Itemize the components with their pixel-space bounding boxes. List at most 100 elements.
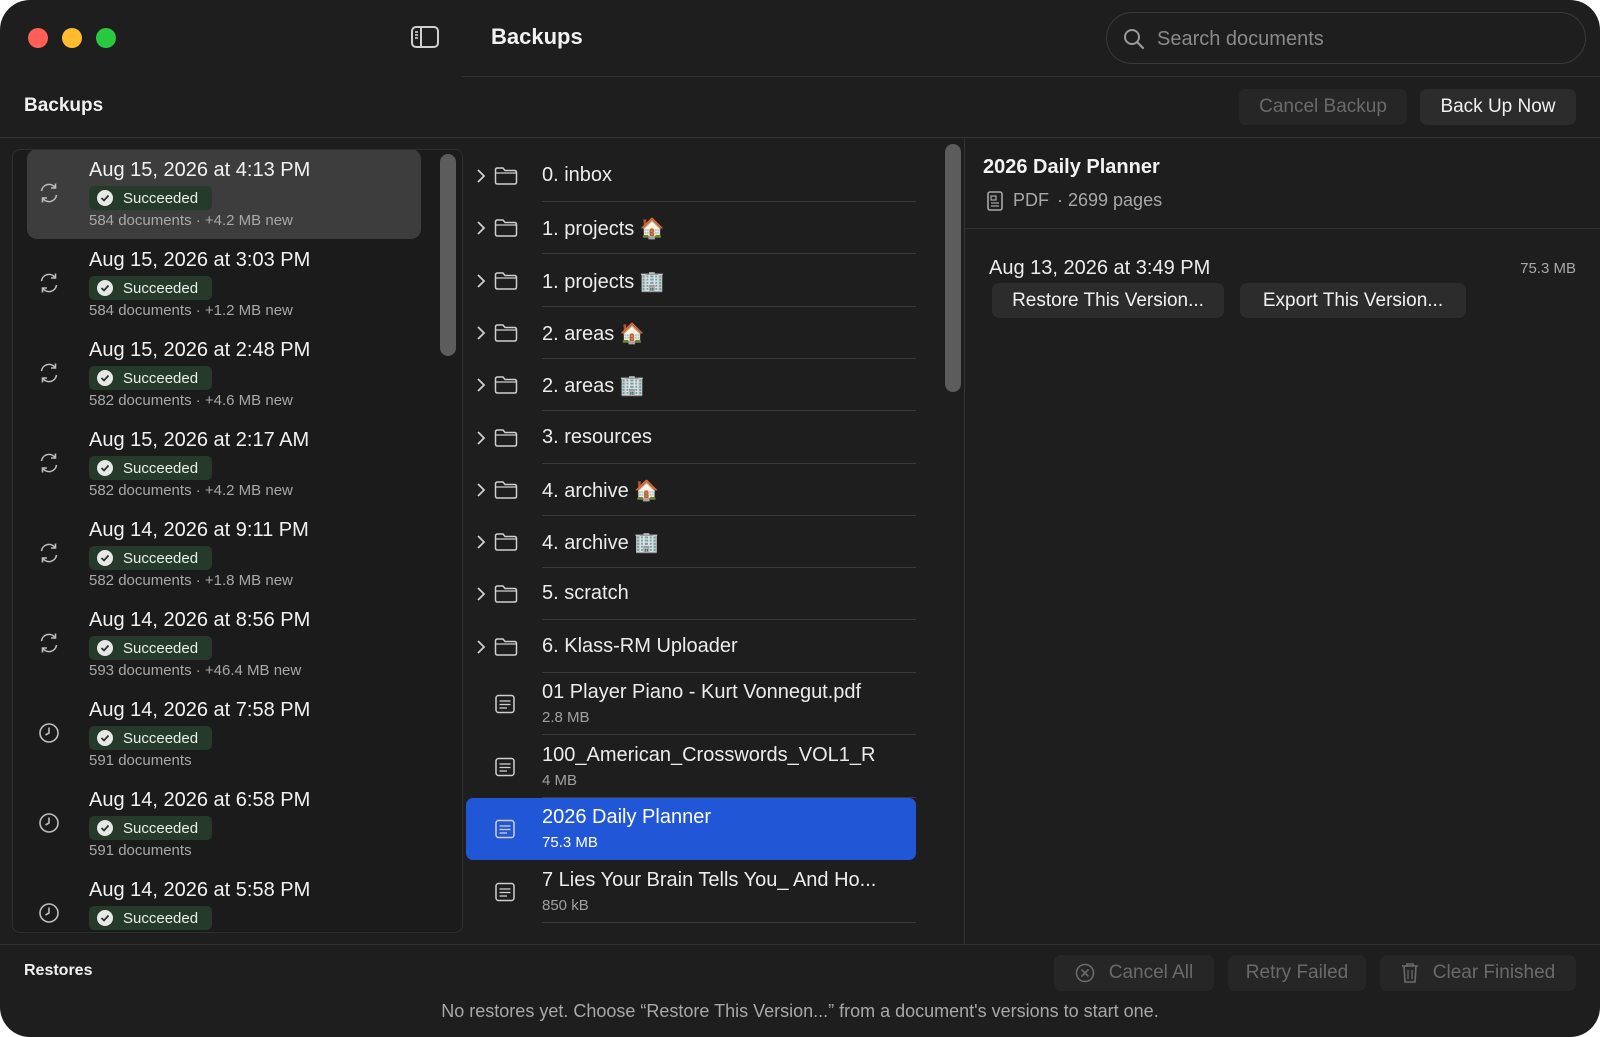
folder-row[interactable]: 1. projects 🏠	[476, 202, 916, 255]
folder-icon	[494, 584, 518, 609]
backups-list[interactable]: Aug 15, 2026 at 4:13 PM Succeeded 584 docu…	[12, 149, 463, 933]
chevron-right-icon[interactable]	[476, 534, 486, 555]
document-row[interactable]: 7 Lies Your Brain Tells You_ And Ho... 85…	[476, 861, 916, 923]
folder-icon	[494, 480, 518, 505]
zoom-window-button[interactable]	[96, 28, 116, 48]
backup-item[interactable]: Aug 15, 2026 at 4:13 PM Succeeded 584 docu…	[27, 150, 421, 239]
cancel-backup-button[interactable]: Cancel Backup	[1239, 89, 1407, 125]
checkmark-icon	[97, 460, 113, 476]
document-pages: · 2699 pages	[1057, 190, 1163, 210]
status-badge: Succeeded	[89, 456, 213, 480]
folder-name: 4. archive 🏠	[542, 479, 660, 502]
chevron-right-icon[interactable]	[476, 273, 486, 294]
document-name: 100_American_Crosswords_VOL1_R	[542, 743, 876, 766]
document-icon	[494, 693, 516, 720]
backup-meta: 584 documents · +4.2 MB new	[89, 212, 293, 229]
backup-item[interactable]: Aug 14, 2026 at 8:56 PM Succeeded 593 docu…	[27, 599, 421, 689]
backups-section-title: Backups	[24, 95, 104, 116]
export-version-button[interactable]: Export This Version...	[1240, 283, 1466, 318]
backup-meta: 593 documents · +46.4 MB new	[89, 662, 302, 679]
folder-row[interactable]: 2. areas 🏠	[476, 307, 916, 359]
folder-icon	[494, 218, 518, 243]
status-badge: Succeeded	[89, 366, 213, 390]
folder-row[interactable]: 4. archive 🏢	[476, 516, 916, 569]
folder-icon	[494, 532, 518, 557]
folder-icon	[494, 375, 518, 400]
status-badge: Succeeded	[89, 276, 213, 300]
document-size: 75.3 MB	[542, 834, 598, 851]
chevron-right-icon[interactable]	[476, 377, 486, 398]
folder-row[interactable]: 6. Klass-RM Uploader	[476, 621, 916, 673]
sidebar-toggle-icon[interactable]	[411, 26, 439, 50]
retry-failed-button[interactable]: Retry Failed	[1228, 955, 1366, 991]
sync-icon	[37, 181, 61, 205]
backup-item[interactable]: Aug 14, 2026 at 6:58 PM Succeeded 591 docu…	[27, 779, 421, 869]
search-icon	[1124, 29, 1145, 50]
backup-date: Aug 14, 2026 at 8:56 PM	[89, 609, 311, 631]
cancel-all-button[interactable]: Cancel All	[1054, 955, 1214, 991]
document-row[interactable]: 01 Player Piano - Kurt Vonnegut.pdf 2.8 M…	[476, 673, 916, 735]
restore-version-button[interactable]: Restore This Version...	[992, 283, 1224, 318]
sync-icon	[37, 361, 61, 385]
backup-item[interactable]: Aug 14, 2026 at 5:58 PM Succeeded	[27, 869, 421, 932]
files-scrollbar-thumb[interactable]	[945, 144, 961, 392]
folder-name: 2. areas 🏠	[542, 322, 645, 345]
backup-item[interactable]: Aug 15, 2026 at 2:17 AM Succeeded 582 docu…	[27, 419, 421, 509]
status-label: Succeeded	[123, 279, 199, 297]
document-row[interactable]: 100_American_Crosswords_VOL1_R 4 MB	[476, 736, 916, 798]
chevron-right-icon[interactable]	[476, 430, 486, 451]
folder-icon	[494, 428, 518, 453]
status-label: Succeeded	[123, 369, 199, 387]
folder-row[interactable]: 1. projects 🏢	[476, 255, 916, 307]
pdf-document-icon	[987, 190, 1003, 211]
folder-name: 3. resources	[542, 425, 653, 448]
search-input[interactable]	[1155, 23, 1559, 55]
backup-date: Aug 14, 2026 at 6:58 PM	[89, 789, 311, 811]
folder-row[interactable]: 4. archive 🏠	[476, 464, 916, 516]
chevron-right-icon[interactable]	[476, 586, 486, 607]
checkmark-icon	[97, 910, 113, 926]
files-list[interactable]: 0. inbox 1. projects 🏠 1. projects 🏢 2. are…	[462, 138, 948, 944]
back-up-now-button[interactable]: Back Up Now	[1420, 89, 1576, 125]
status-label: Succeeded	[123, 639, 199, 657]
backup-item[interactable]: Aug 15, 2026 at 3:03 PM Succeeded 584 docu…	[27, 239, 421, 329]
chevron-right-icon[interactable]	[476, 220, 486, 241]
status-label: Succeeded	[123, 909, 199, 927]
backup-date: Aug 15, 2026 at 2:17 AM	[89, 429, 310, 451]
backup-item[interactable]: Aug 15, 2026 at 2:48 PM Succeeded 582 docu…	[27, 329, 421, 419]
document-row[interactable]: 2026 Daily Planner 75.3 MB	[466, 798, 916, 860]
backup-date: Aug 14, 2026 at 7:58 PM	[89, 699, 311, 721]
folder-row[interactable]: 5. scratch	[476, 568, 916, 621]
backup-item[interactable]: Aug 14, 2026 at 9:11 PM Succeeded 582 docu…	[27, 509, 421, 599]
search-field[interactable]	[1106, 12, 1586, 64]
backup-item[interactable]: Aug 14, 2026 at 7:58 PM Succeeded 591 docu…	[27, 689, 421, 779]
minimize-window-button[interactable]	[62, 28, 82, 48]
document-type: PDF	[1013, 190, 1049, 210]
document-icon	[494, 881, 516, 908]
document-name: 01 Player Piano - Kurt Vonnegut.pdf	[542, 681, 862, 703]
backups-scrollbar-thumb[interactable]	[440, 154, 456, 356]
restores-empty-message: No restores yet. Choose “Restore This Ve…	[441, 1001, 1159, 1021]
sync-icon	[37, 451, 61, 475]
document-meta: PDF · 2699 pages	[987, 190, 1162, 211]
clock-icon	[37, 811, 61, 835]
folder-row[interactable]: 3. resources	[476, 412, 916, 464]
chevron-right-icon[interactable]	[476, 168, 486, 189]
clear-finished-button[interactable]: Clear Finished	[1380, 955, 1576, 991]
sync-icon	[37, 541, 61, 565]
chevron-right-icon[interactable]	[476, 325, 486, 346]
chevron-right-icon[interactable]	[476, 482, 486, 503]
sidebar-titlebar	[0, 0, 462, 78]
document-name: 2026 Daily Planner	[542, 806, 711, 828]
folder-row[interactable]: 0. inbox	[476, 150, 916, 202]
status-label: Succeeded	[123, 459, 199, 477]
status-label: Succeeded	[123, 729, 199, 747]
folder-name: 5. scratch	[542, 582, 629, 605]
folder-row[interactable]: 2. areas 🏢	[476, 359, 916, 412]
document-icon	[494, 756, 516, 783]
close-window-button[interactable]	[28, 28, 48, 48]
chevron-right-icon[interactable]	[476, 639, 486, 660]
status-label: Succeeded	[123, 189, 199, 207]
folder-name: 2. areas 🏢	[542, 375, 645, 398]
folder-icon	[494, 323, 518, 348]
